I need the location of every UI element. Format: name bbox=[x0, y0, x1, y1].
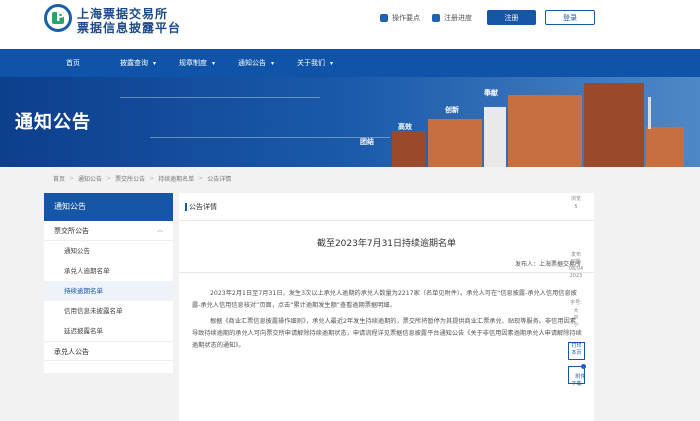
sidebar-item-notices[interactable]: 通知公告 bbox=[44, 241, 173, 261]
sidebar-item-continuous-overdue[interactable]: 持续逾期名单 bbox=[44, 281, 173, 301]
login-button[interactable]: 登录 bbox=[545, 10, 595, 25]
chevron-down-icon: ▾ bbox=[153, 60, 157, 67]
breadcrumb-separator: > bbox=[69, 174, 75, 182]
building-illustration bbox=[392, 131, 426, 167]
sidebar-group-exchange-notices[interactable]: 票交所公告 ︿ bbox=[44, 221, 173, 241]
views-label: 浏览 bbox=[570, 196, 581, 202]
guide-link[interactable]: 操作要点 bbox=[380, 13, 420, 23]
breadcrumb: 首页 > 通知公告 > 票交所公告 > 持续逾期名单 > 公告详情 bbox=[53, 170, 231, 186]
nav-item-about[interactable]: 关于我们 ▾ bbox=[297, 49, 333, 77]
building-illustration bbox=[428, 119, 482, 167]
main-nav: 首页 披露查询 ▾ 规章制度 ▾ 通知公告 ▾ 关于我们 ▾ bbox=[0, 49, 700, 77]
nav-item-disclosure[interactable]: 披露查询 ▾ bbox=[120, 49, 156, 77]
nav-label: 披露查询 bbox=[120, 59, 148, 67]
building-illustration bbox=[484, 107, 506, 167]
notice-detail: 公告详情 截至2023年7月31日持续逾期名单 发布人：上海票据交易所 2023… bbox=[179, 193, 594, 421]
nav-item-regulations[interactable]: 规章制度 ▾ bbox=[179, 49, 215, 77]
banner-keyword: 创新 bbox=[445, 106, 459, 114]
logo-icon[interactable]: P bbox=[44, 4, 72, 32]
banner-decoration bbox=[150, 137, 390, 138]
sidebar-group-label: 票交所公告 bbox=[54, 227, 89, 235]
font-size-label: 字号: bbox=[570, 300, 582, 306]
banner-title: 通知公告 bbox=[15, 112, 91, 133]
sidebar-group-acceptor-notices[interactable]: 承兑人公告 bbox=[44, 341, 173, 361]
register-button[interactable]: 注册 bbox=[487, 10, 536, 25]
date-label: 日期: bbox=[570, 259, 582, 265]
sidebar-title: 通知公告 bbox=[44, 193, 173, 221]
sidebar-item-late-disclosure[interactable]: 延迟披露名单 bbox=[44, 321, 173, 341]
breadcrumb-exchange-notices[interactable]: 票交所公告 bbox=[115, 174, 145, 183]
notice-paragraph: 根据《商业汇票信息披露操作细则》，承兑人最近2年发生持续逾期的，票交所将暂停为其… bbox=[192, 318, 582, 349]
nav-label: 关于我们 bbox=[297, 59, 325, 67]
section-header: 公告详情 bbox=[179, 193, 594, 221]
breadcrumb-separator: > bbox=[106, 174, 112, 182]
brand-name-line2[interactable]: 票据信息披露平台 bbox=[77, 19, 181, 36]
nav-label: 通知公告 bbox=[238, 59, 266, 67]
nav-label: 首页 bbox=[66, 59, 80, 67]
publish-year: 2023 bbox=[569, 273, 583, 279]
breadcrumb-separator: > bbox=[149, 174, 155, 182]
breadcrumb-current: 公告详情 bbox=[207, 175, 232, 183]
chevron-down-icon: ▾ bbox=[271, 60, 275, 67]
sidebar-item-undisclosed-credit[interactable]: 信用信息未披露名单 bbox=[44, 301, 173, 321]
guide-icon bbox=[380, 14, 388, 22]
banner-keyword: 团结 bbox=[360, 138, 374, 146]
building-illustration bbox=[648, 97, 651, 129]
views-count: 5 bbox=[574, 204, 578, 210]
breadcrumb-overdue-list[interactable]: 持续逾期名单 bbox=[158, 174, 194, 183]
progress-label: 注册进度 bbox=[444, 14, 472, 22]
font-size-medium[interactable]: 中 bbox=[566, 315, 586, 322]
publisher-line: 发布人：上海票据交易所 bbox=[179, 259, 594, 273]
date-label: 发布 bbox=[570, 252, 581, 258]
banner-keyword: 奉献 bbox=[484, 89, 498, 97]
building-illustration bbox=[508, 95, 582, 167]
building-illustration bbox=[584, 83, 644, 167]
publish-date: 08/04 bbox=[568, 266, 584, 272]
page-banner: 通知公告 团结 高效 创新 奉献 bbox=[0, 77, 700, 167]
print-button[interactable]: 打印 本页 bbox=[568, 342, 585, 360]
download-label: 附件 下载 bbox=[571, 374, 586, 387]
logo-letter: P bbox=[56, 10, 65, 24]
chevron-down-icon: ▾ bbox=[330, 60, 334, 67]
chevron-down-icon: ▾ bbox=[212, 60, 216, 67]
breadcrumb-home[interactable]: 首页 bbox=[53, 174, 65, 183]
font-size-small[interactable]: 小 bbox=[566, 322, 586, 329]
sidebar-item-acceptor-overdue[interactable]: 承兑人逾期名单 bbox=[44, 261, 173, 281]
breadcrumb-notices[interactable]: 通知公告 bbox=[78, 174, 102, 183]
banner-decoration bbox=[120, 97, 320, 98]
sidebar: 通知公告 票交所公告 ︿ 通知公告 承兑人逾期名单 持续逾期名单 信用信息未披露… bbox=[44, 193, 173, 373]
top-header: P 上海票据交易所 票据信息披露平台 操作要点 注册进度 注册 登录 bbox=[0, 0, 700, 49]
article-tools: 浏览 5 发布 日期: 08/04 2023 字号: 大 中 小 打印 本页 附… bbox=[566, 196, 586, 408]
registration-progress-link[interactable]: 注册进度 bbox=[432, 13, 472, 23]
chevron-up-icon: ︿ bbox=[156, 227, 163, 234]
nav-label: 规章制度 bbox=[179, 59, 207, 67]
building-illustration bbox=[646, 127, 684, 167]
notice-paragraph: 2023年2月1日至7月31日，发生3次以上承兑人逾期的承兑人数量为2217家（… bbox=[192, 290, 577, 309]
download-attachment-button[interactable]: 附件 下载 bbox=[568, 364, 586, 387]
download-count-badge bbox=[581, 364, 586, 369]
notice-title: 截至2023年7月31日持续逾期名单 bbox=[316, 239, 457, 249]
nav-item-notices[interactable]: 通知公告 ▾ bbox=[238, 49, 274, 77]
progress-icon bbox=[432, 14, 440, 22]
font-size-large[interactable]: 大 bbox=[566, 308, 586, 315]
nav-item-home[interactable]: 首页 bbox=[66, 49, 80, 77]
guide-label: 操作要点 bbox=[392, 14, 420, 22]
breadcrumb-separator: > bbox=[198, 174, 204, 182]
sidebar-group-label: 承兑人公告 bbox=[54, 348, 89, 356]
